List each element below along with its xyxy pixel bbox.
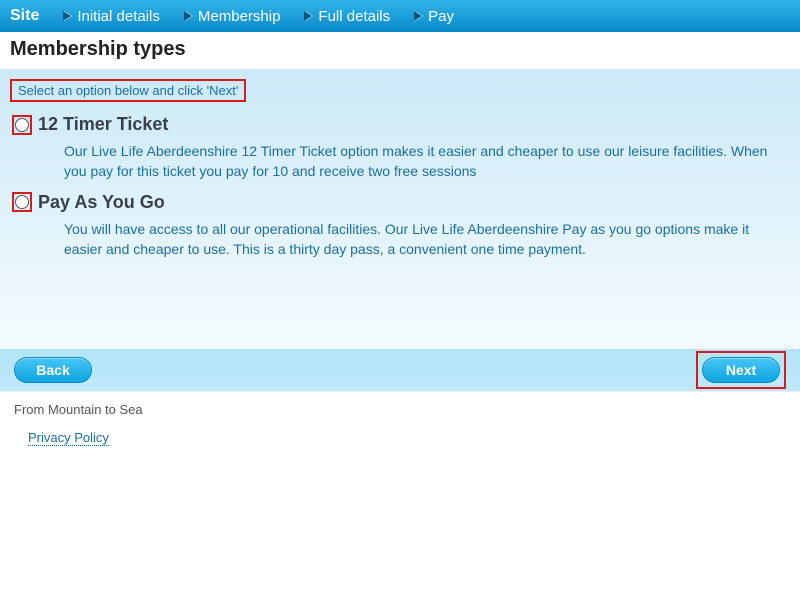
option-radio[interactable] [15,195,29,209]
chevron-right-icon [414,11,422,21]
breadcrumb-step-label: Initial details [77,8,160,25]
option-description: Our Live Life Aberdeenshire 12 Timer Tic… [64,141,782,182]
options-list: 12 Timer Ticket Our Live Life Aberdeensh… [10,114,790,259]
privacy-policy-link[interactable]: Privacy Policy [28,430,109,446]
content-panel: Select an option below and click 'Next' … [0,69,800,349]
next-highlight: Next [696,351,786,389]
radio-highlight [12,192,32,212]
chevron-right-icon [304,11,312,21]
breadcrumb-site-label: Site [10,7,39,25]
option-12-timer-ticket: 12 Timer Ticket Our Live Life Aberdeensh… [10,114,790,182]
breadcrumb-step-initial-details[interactable]: Initial details [51,0,172,32]
footer: From Mountain to Sea Privacy Policy [0,391,800,470]
breadcrumb-step-label: Pay [428,8,454,25]
breadcrumb-step-pay[interactable]: Pay [402,0,466,32]
next-button[interactable]: Next [702,357,780,383]
breadcrumb-step-full-details[interactable]: Full details [292,0,402,32]
breadcrumb-step-label: Full details [318,8,390,25]
radio-highlight [12,115,32,135]
instruction-text: Select an option below and click 'Next' [10,79,246,102]
breadcrumb-step-membership[interactable]: Membership [172,0,293,32]
option-title: Pay As You Go [38,192,165,213]
breadcrumb-step-label: Membership [198,8,281,25]
button-bar: Back Next [0,349,800,391]
breadcrumb-bar: Site Initial details Membership Full det… [0,0,800,32]
page-title: Membership types [10,38,790,61]
chevron-right-icon [184,11,192,21]
option-title: 12 Timer Ticket [38,114,168,135]
breadcrumb-site[interactable]: Site [8,0,51,32]
option-pay-as-you-go: Pay As You Go You will have access to al… [10,192,790,260]
footer-tagline: From Mountain to Sea [14,402,786,417]
chevron-right-icon [63,11,71,21]
page-title-wrap: Membership types [0,32,800,69]
back-button[interactable]: Back [14,357,92,383]
option-description: You will have access to all our operatio… [64,219,782,260]
option-radio[interactable] [15,118,29,132]
